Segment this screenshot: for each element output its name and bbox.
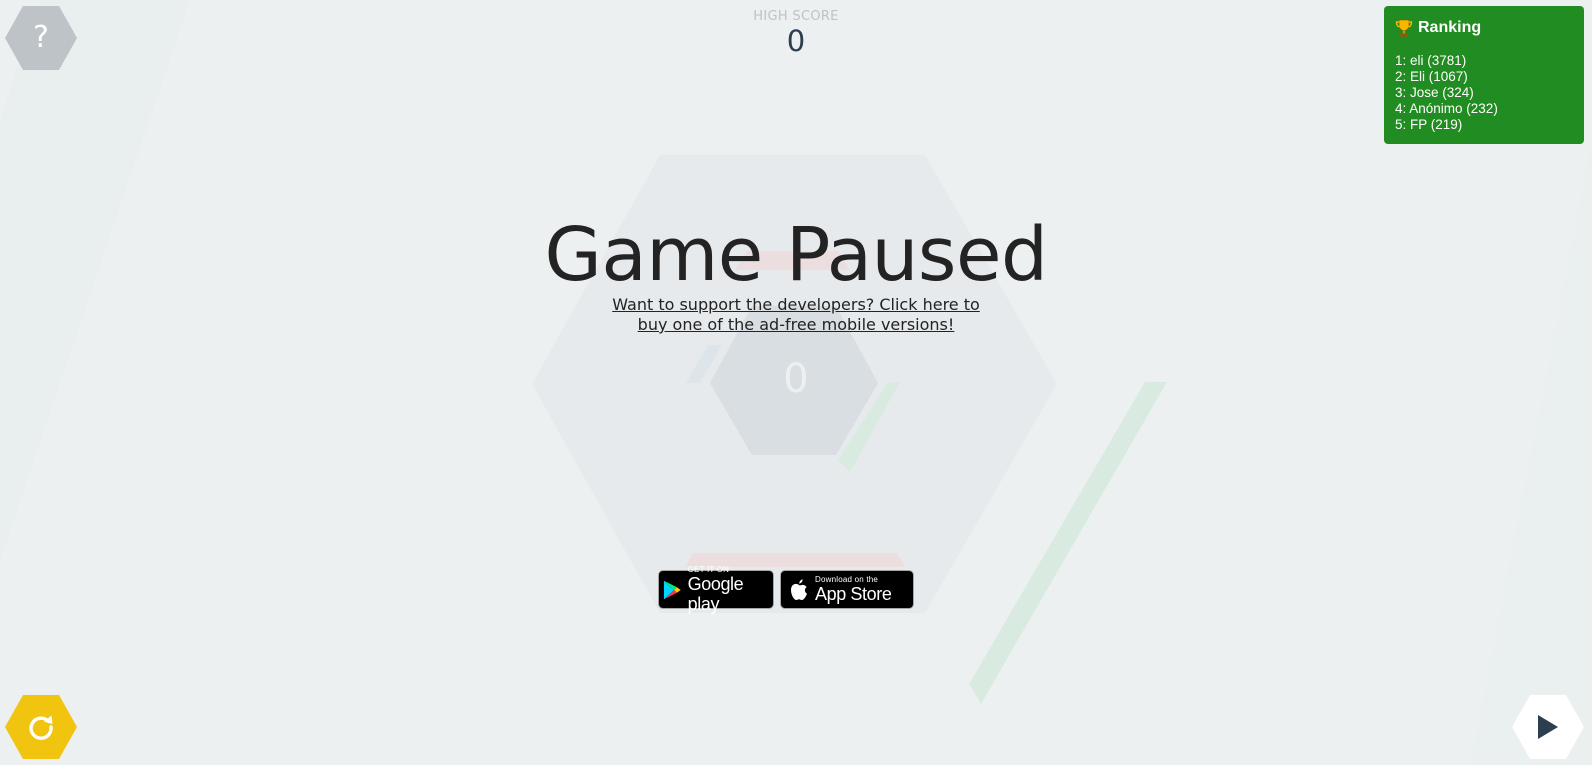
google-play-icon <box>663 580 681 599</box>
restart-icon <box>29 715 53 740</box>
google-play-large-text: Google play <box>687 574 744 614</box>
ranking-header: Ranking <box>1395 18 1573 38</box>
current-score: 0 <box>783 356 809 402</box>
apple-icon <box>791 578 807 600</box>
trophy-icon <box>1395 19 1413 37</box>
play-icon <box>1538 715 1558 739</box>
app-store-large-text: App Store <box>815 584 892 604</box>
support-link-line-1: Want to support the developers? Click he… <box>612 295 980 314</box>
google-play-small-text: GET IT ON <box>687 565 730 574</box>
game-paused-title: Game Paused <box>544 212 1048 298</box>
question-mark-icon: ? <box>33 20 49 55</box>
google-play-badge[interactable]: GET IT ON Google play <box>658 565 774 614</box>
app-store-badge[interactable]: Download on the App Store <box>780 570 914 609</box>
high-score-label: HIGH SCORE <box>753 9 839 24</box>
ranking-entry: 3: Jose (324) <box>1395 85 1474 100</box>
app-store-small-text: Download on the <box>815 575 879 584</box>
ranking-title: Ranking <box>1418 19 1482 36</box>
ranking-entry: 5: FP (219) <box>1395 117 1463 132</box>
support-developers-link[interactable]: Want to support the developers? Click he… <box>580 295 1012 335</box>
high-score: HIGH SCORE 0 <box>696 9 896 57</box>
backdrop-shape-left <box>0 0 190 560</box>
game-stage: ? HIGH SCORE 0 Ranking 1: eli (3781) 2: … <box>0 0 1592 765</box>
ranking-entry: 2: Eli (1067) <box>1395 69 1468 84</box>
backdrop-shape-right <box>1470 140 1592 765</box>
ranking-panel: Ranking 1: eli (3781) 2: Eli (1067) 3: J… <box>1384 6 1584 144</box>
ranking-entry: 1: eli (3781) <box>1395 53 1467 68</box>
high-score-value: 0 <box>786 24 806 58</box>
support-link-line-2: buy one of the ad-free mobile versions! <box>637 315 955 334</box>
ranking-entry: 4: Anónimo (232) <box>1395 101 1498 116</box>
